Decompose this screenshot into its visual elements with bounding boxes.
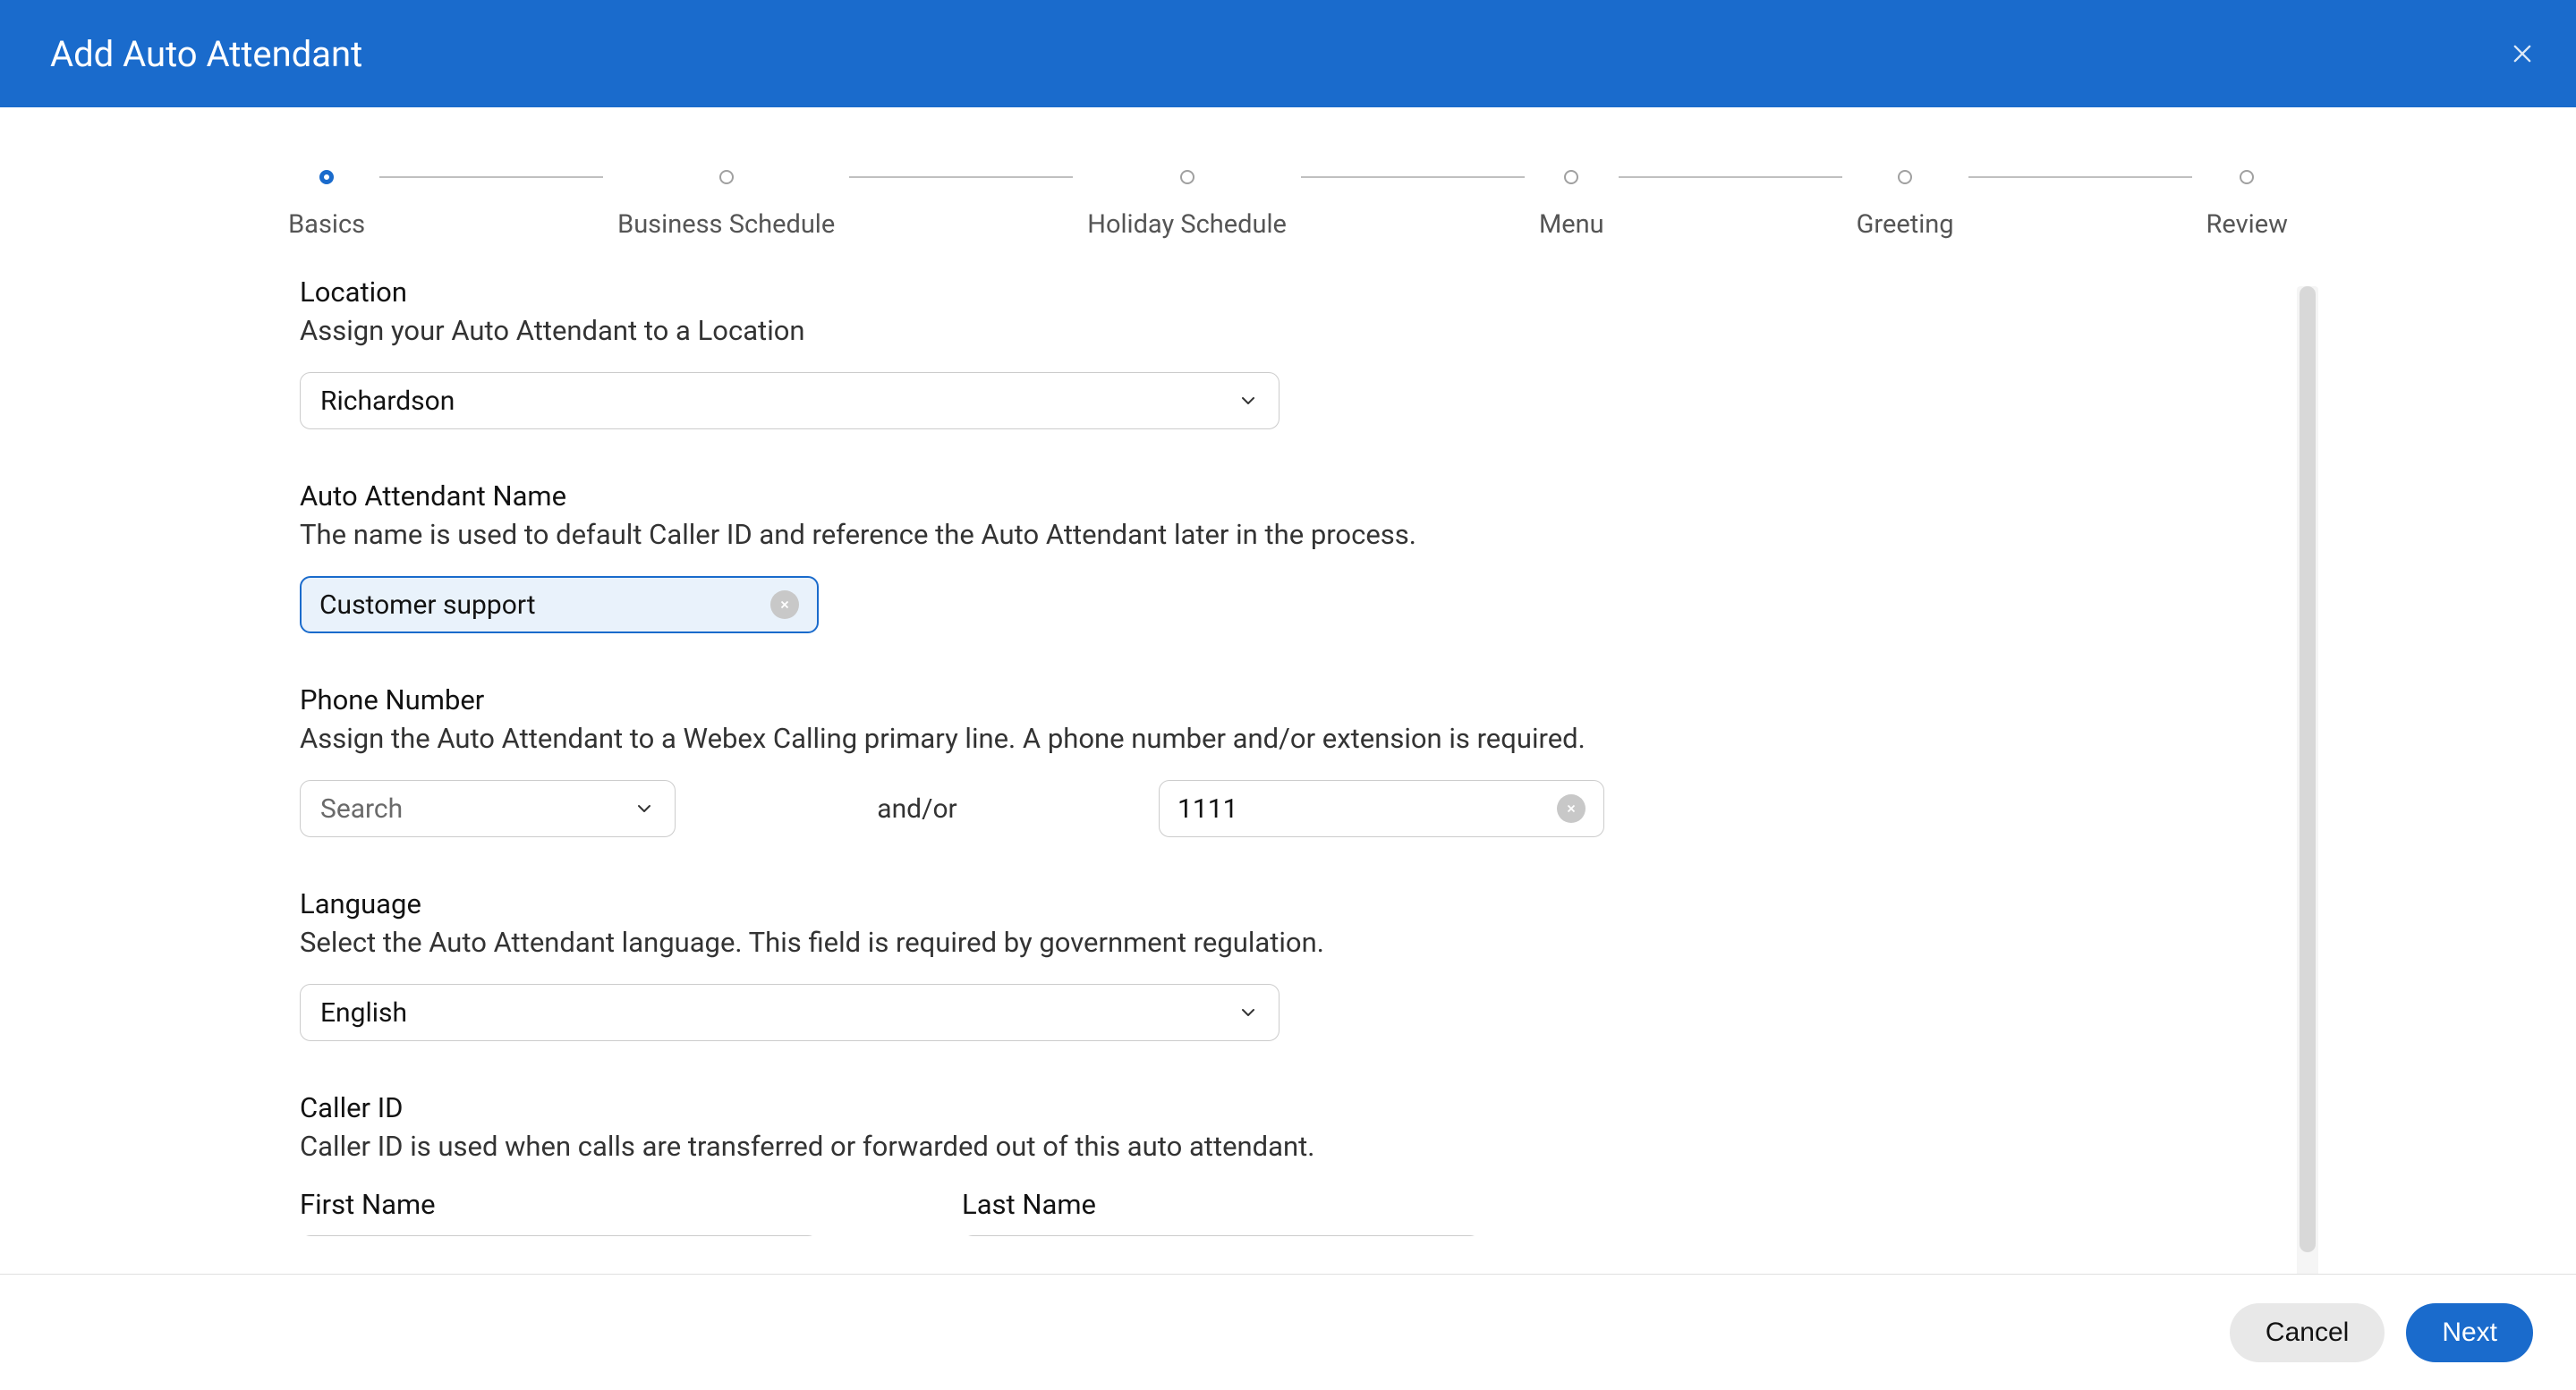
step-connector — [379, 176, 603, 178]
step-label: Review — [2206, 209, 2288, 240]
section-attendant-name: Auto Attendant Name The name is used to … — [300, 479, 2276, 633]
scrollbar-thumb[interactable] — [2300, 286, 2316, 1252]
step-basics[interactable]: Basics — [288, 170, 365, 240]
step-connector — [1968, 176, 2192, 178]
phone-separator: and/or — [676, 793, 1159, 825]
step-connector — [1301, 176, 1525, 178]
step-circle-icon — [319, 170, 334, 184]
step-greeting[interactable]: Greeting — [1857, 170, 1954, 240]
phone-row: Search and/or 1111 — [300, 780, 2276, 837]
extension-value: 1111 — [1177, 793, 1557, 825]
clear-icon — [778, 598, 791, 611]
next-button[interactable]: Next — [2406, 1303, 2533, 1362]
location-select[interactable]: Richardson — [300, 372, 1279, 429]
step-connector — [1619, 176, 1842, 178]
scrollbar-track[interactable] — [2297, 286, 2318, 1274]
phone-search-placeholder: Search — [320, 793, 403, 825]
last-name-field-group: Last Name support — [962, 1188, 1481, 1236]
step-label: Greeting — [1857, 209, 1954, 240]
extension-input[interactable]: 1111 — [1159, 780, 1604, 837]
location-title: Location — [300, 275, 2276, 309]
clear-icon — [1565, 802, 1577, 815]
caller-id-row: First Name Customer Last Name — [300, 1188, 2276, 1236]
language-title: Language — [300, 887, 2276, 920]
step-label: Basics — [288, 209, 365, 240]
chevron-down-icon — [1237, 1002, 1259, 1023]
chevron-down-icon — [1237, 390, 1259, 411]
last-name-input[interactable]: support — [962, 1235, 1481, 1236]
step-menu[interactable]: Menu — [1539, 170, 1604, 240]
first-name-label: First Name — [300, 1188, 819, 1221]
section-location: Location Assign your Auto Attendant to a… — [300, 275, 2276, 429]
attendant-name-title: Auto Attendant Name — [300, 479, 2276, 513]
step-connector — [849, 176, 1073, 178]
step-circle-icon — [1898, 170, 1912, 184]
close-icon — [2510, 41, 2535, 66]
chevron-down-icon — [633, 798, 655, 819]
step-circle-icon — [1564, 170, 1578, 184]
form-content: Location Assign your Auto Attendant to a… — [0, 275, 2576, 1236]
clear-extension-button[interactable] — [1557, 794, 1586, 823]
first-name-field-group: First Name Customer — [300, 1188, 819, 1236]
caller-id-subtitle: Caller ID is used when calls are transfe… — [300, 1130, 2276, 1163]
section-caller-id: Caller ID Caller ID is used when calls a… — [300, 1091, 2276, 1236]
content-wrapper: Basics Business Schedule Holiday Schedul… — [0, 107, 2576, 1274]
cancel-button[interactable]: Cancel — [2230, 1303, 2385, 1362]
clear-attendant-name-button[interactable] — [770, 590, 799, 619]
language-value: English — [320, 997, 407, 1029]
attendant-name-subtitle: The name is used to default Caller ID an… — [300, 518, 2276, 551]
phone-subtitle: Assign the Auto Attendant to a Webex Cal… — [300, 722, 2276, 755]
step-circle-icon — [719, 170, 734, 184]
step-review[interactable]: Review — [2206, 170, 2288, 240]
stepper: Basics Business Schedule Holiday Schedul… — [0, 107, 2576, 275]
modal-title: Add Auto Attendant — [50, 33, 362, 75]
language-select[interactable]: English — [300, 984, 1279, 1041]
phone-search-select[interactable]: Search — [300, 780, 676, 837]
caller-id-title: Caller ID — [300, 1091, 2276, 1124]
modal-header: Add Auto Attendant — [0, 0, 2576, 107]
location-subtitle: Assign your Auto Attendant to a Location — [300, 314, 2276, 347]
step-circle-icon — [2240, 170, 2254, 184]
section-language: Language Select the Auto Attendant langu… — [300, 887, 2276, 1041]
location-value: Richardson — [320, 386, 455, 417]
step-label: Business Schedule — [617, 209, 835, 240]
attendant-name-input[interactable]: Customer support — [300, 576, 819, 633]
step-label: Holiday Schedule — [1087, 209, 1287, 240]
last-name-label: Last Name — [962, 1188, 1481, 1221]
first-name-input[interactable]: Customer — [300, 1235, 819, 1236]
language-subtitle: Select the Auto Attendant language. This… — [300, 926, 2276, 959]
modal-footer: Cancel Next — [0, 1274, 2576, 1390]
attendant-name-value: Customer support — [319, 589, 770, 621]
phone-title: Phone Number — [300, 683, 2276, 716]
step-holiday-schedule[interactable]: Holiday Schedule — [1087, 170, 1287, 240]
step-business-schedule[interactable]: Business Schedule — [617, 170, 835, 240]
close-button[interactable] — [2504, 36, 2540, 72]
section-phone-number: Phone Number Assign the Auto Attendant t… — [300, 683, 2276, 837]
step-label: Menu — [1539, 209, 1604, 240]
step-circle-icon — [1180, 170, 1194, 184]
